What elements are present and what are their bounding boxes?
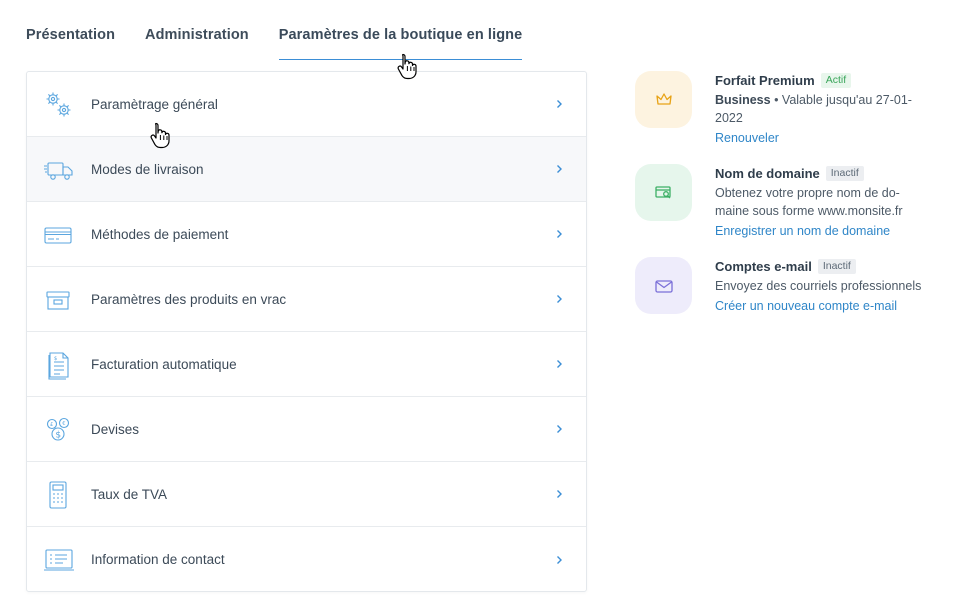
- box-icon: [46, 291, 70, 310]
- invoice-icon: $: [48, 352, 69, 380]
- settings-item-label: Devises: [91, 421, 140, 437]
- premium-plan-card: Forfait Premium Actif Business • Valable…: [635, 71, 945, 151]
- tab-administration[interactable]: Administration: [145, 20, 249, 60]
- chevron-right-icon: [557, 360, 562, 368]
- settings-item-label: Paramètrage général: [91, 96, 218, 112]
- currency-coins-icon: $ £ €: [46, 417, 70, 441]
- hand-cursor-icon: [397, 53, 417, 80]
- status-badge-inactive: Inactif: [817, 258, 856, 274]
- settings-item-label: Information de contact: [91, 552, 225, 567]
- svg-text:£: £: [50, 422, 53, 428]
- envelope-icon: [654, 279, 673, 293]
- settings-item-general[interactable]: Paramètrage général: [27, 72, 586, 137]
- settings-list: Paramètrage général Modes de livraison M…: [26, 71, 587, 592]
- domain-search-icon: [654, 185, 671, 198]
- domain-card: Nom de domaine Inactif Obtenez votre pro…: [635, 164, 945, 244]
- status-badge-inactive: Inactif: [825, 165, 864, 181]
- truck-icon: [44, 162, 73, 180]
- domain-info: Nom de domaine Inactif Obtenez votre pro…: [715, 164, 925, 240]
- settings-item-label: Taux de TVA: [91, 486, 168, 502]
- chevron-right-icon: [557, 230, 562, 238]
- email-accounts-card: Comptes e-mail Inactif Envoyez des courr…: [635, 257, 945, 337]
- svg-text:$: $: [54, 356, 57, 362]
- create-email-link[interactable]: Créer un nouveau compte e-mail: [715, 299, 897, 313]
- domain-icon-badge: [635, 164, 692, 221]
- domain-title-row: Nom de domaine Inactif: [715, 164, 925, 182]
- settings-item-currencies[interactable]: $ £ € Devises: [27, 397, 586, 462]
- crown-icon: [655, 92, 672, 105]
- email-info: Comptes e-mail Inactif Envoyez des courr…: [715, 257, 925, 315]
- chevron-right-icon: [557, 490, 562, 498]
- gears-icon: [46, 92, 71, 117]
- premium-plan-title-row: Forfait Premium Actif: [715, 71, 925, 89]
- settings-item-delivery[interactable]: Modes de livraison: [27, 137, 586, 202]
- hand-cursor-icon: [150, 122, 170, 149]
- premium-icon-badge: [635, 71, 692, 128]
- calculator-icon: [49, 481, 67, 509]
- contact-card-icon: [44, 549, 74, 571]
- tab-bar: Présentation Administration Paramètres d…: [26, 20, 552, 60]
- settings-item-auto-invoicing[interactable]: $ Facturation automatique: [27, 332, 586, 397]
- settings-item-label: Modes de livraison: [91, 161, 204, 177]
- settings-item-contact-info[interactable]: Information de contact: [27, 527, 586, 592]
- settings-item-label: Facturation automatique: [91, 356, 237, 372]
- premium-plan-title: Forfait Premium: [715, 72, 815, 88]
- credit-card-icon: [44, 227, 72, 244]
- settings-item-label: Paramètres des produits en vrac: [91, 291, 287, 307]
- svg-text:$: $: [55, 431, 61, 441]
- chevron-right-icon: [557, 555, 562, 564]
- chevron-right-icon: [557, 100, 562, 108]
- settings-item-payment[interactable]: Méthodes de paiement: [27, 202, 586, 267]
- register-domain-link[interactable]: Enregistrer un nom de domaine: [715, 224, 890, 238]
- premium-plan-info: Forfait Premium Actif Business • Valable…: [715, 71, 925, 147]
- svg-text:€: €: [62, 421, 65, 427]
- domain-title: Nom de domaine: [715, 165, 820, 181]
- settings-item-vat-rates[interactable]: Taux de TVA: [27, 462, 586, 527]
- email-title-row: Comptes e-mail Inactif: [715, 257, 925, 275]
- premium-plan-desc: Business • Valable jusqu'au 27-01-2022: [715, 91, 925, 127]
- chevron-right-icon: [557, 425, 562, 433]
- status-badge-active: Actif: [820, 72, 852, 88]
- renew-link[interactable]: Renouveler: [715, 131, 779, 145]
- email-icon-badge: [635, 257, 692, 314]
- chevron-right-icon: [557, 295, 562, 303]
- plan-name: Business: [715, 93, 771, 107]
- domain-desc: Obtenez votre propre nom de do-maine sou…: [715, 186, 903, 218]
- settings-item-bulk-products[interactable]: Paramètres des produits en vrac: [27, 267, 586, 332]
- email-desc: Envoyez des courriels professionnels: [715, 279, 922, 293]
- settings-item-label: Méthodes de paiement: [91, 226, 229, 242]
- tab-presentation[interactable]: Présentation: [26, 20, 115, 60]
- email-title: Comptes e-mail: [715, 258, 812, 274]
- chevron-right-icon: [557, 165, 562, 173]
